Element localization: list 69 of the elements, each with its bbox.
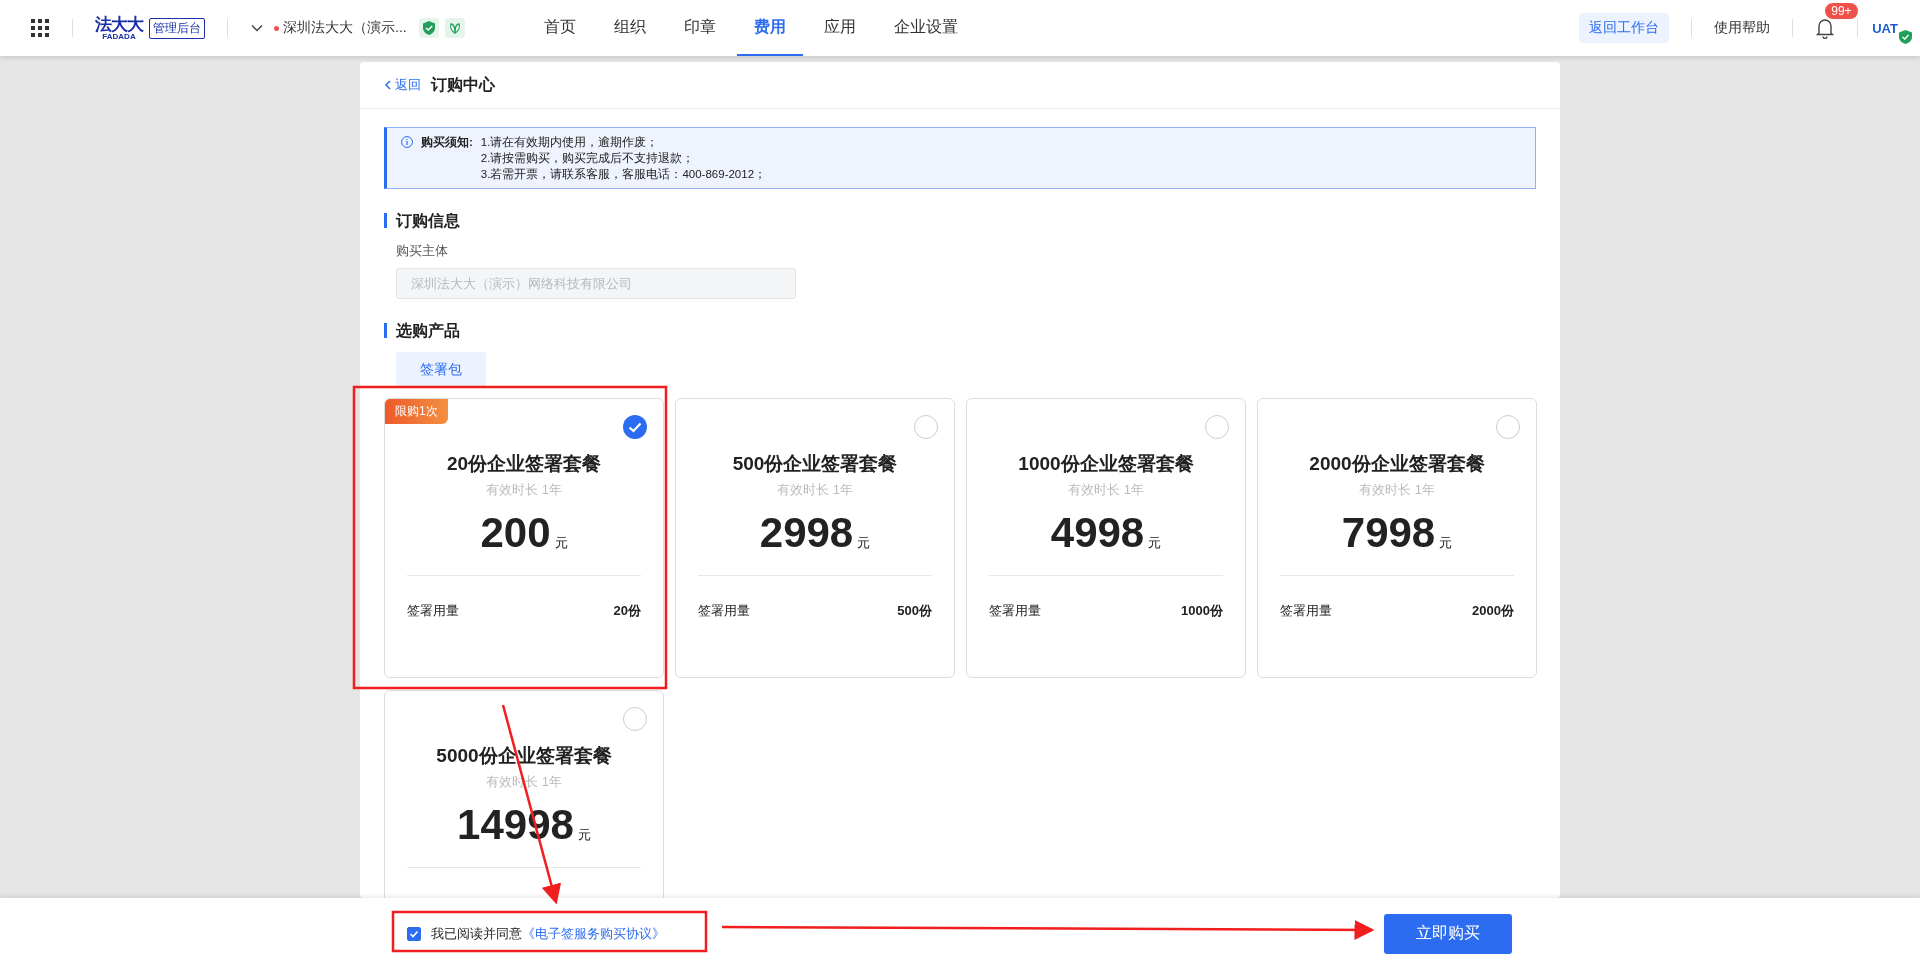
- product-card[interactable]: 1000份企业签署套餐 有效时长 1年 4998 元 签署用量 1000份: [966, 398, 1246, 678]
- notice-label: 购买须知:: [421, 135, 473, 150]
- radio-icon[interactable]: [623, 707, 647, 731]
- price-unit: 元: [554, 534, 568, 552]
- product-validity: 有效时长 1年: [777, 481, 853, 499]
- bell-icon[interactable]: [1815, 17, 1836, 39]
- radio-checked-icon[interactable]: [623, 415, 647, 439]
- nav-tab[interactable]: 费用: [736, 0, 803, 56]
- radio-icon[interactable]: [1205, 415, 1229, 439]
- product-price: 7998: [1341, 509, 1436, 557]
- notice-line: 1.请在有效期内使用，逾期作废；: [480, 135, 660, 150]
- buy-button[interactable]: 立即购买: [1384, 913, 1512, 954]
- price-unit: 元: [577, 826, 591, 844]
- back-link[interactable]: 返回: [384, 76, 421, 94]
- agree-text: 我已阅读并同意: [431, 924, 522, 943]
- product-validity: 有效时长 1年: [1359, 481, 1435, 499]
- usage-value: 20份: [613, 602, 641, 620]
- product-price: 200: [480, 509, 551, 557]
- logo-subtitle: FADADA: [102, 32, 136, 41]
- notice-line: 2.请按需购买，购买完成后不支持退款；: [480, 151, 696, 166]
- nav-tab[interactable]: 企业设置: [876, 0, 975, 56]
- usage-value: 2000份: [1472, 602, 1514, 620]
- info-icon: [401, 136, 413, 148]
- usage-label: 签署用量: [407, 602, 459, 620]
- product-card[interactable]: 限购1次 20份企业签署套餐 有效时长 1年 200 元 签署用量 20份: [384, 398, 664, 678]
- section-title: 订购信息: [384, 213, 1536, 228]
- leaf-icon: [444, 18, 465, 38]
- radio-icon[interactable]: [914, 415, 938, 439]
- product-name: 20份企业签署套餐: [446, 452, 602, 476]
- usage-label: 签署用量: [1280, 602, 1332, 620]
- product-card[interactable]: 500份企业签署套餐 有效时长 1年 2998 元 签署用量 500份: [675, 398, 955, 678]
- price-unit: 元: [1439, 534, 1453, 552]
- product-validity: 有效时长 1年: [1068, 481, 1144, 499]
- product-name: 2000份企业签署套餐: [1309, 452, 1485, 476]
- field-label: 购买主体: [396, 242, 449, 260]
- notice-line: 3.若需开票，请联系客服，客服电话：400-869-2012；: [480, 167, 767, 182]
- org-name[interactable]: 深圳法大大（演示...: [283, 19, 407, 37]
- product-name: 500份企业签署套餐: [732, 452, 898, 476]
- app-grid-icon[interactable]: [30, 18, 50, 38]
- nav-tab[interactable]: 首页: [526, 0, 593, 56]
- usage-value: 1000份: [1181, 602, 1223, 620]
- help-link[interactable]: 使用帮助: [1714, 19, 1771, 37]
- product-price: 4998: [1050, 509, 1145, 557]
- product-type-tab[interactable]: 签署包: [396, 352, 486, 388]
- agreement-link[interactable]: 《电子签服务购买协议》: [522, 924, 665, 943]
- usage-label: 签署用量: [989, 602, 1041, 620]
- chevron-left-icon[interactable]: [384, 80, 392, 90]
- usage-value: 500份: [897, 602, 932, 620]
- usage-label: 签署用量: [698, 602, 750, 620]
- shield-check-icon: [418, 18, 439, 38]
- workbench-button[interactable]: 返回工作台: [1579, 13, 1670, 43]
- admin-badge: 管理后台: [149, 17, 205, 39]
- product-card[interactable]: 2000份企业签署套餐 有效时长 1年 7998 元 签署用量 2000份: [1257, 398, 1537, 678]
- notification-count: 99+: [1825, 3, 1858, 19]
- section-title: 选购产品: [384, 323, 1536, 338]
- price-unit: 元: [857, 534, 871, 552]
- limit-tag: 限购1次: [385, 399, 448, 424]
- radio-icon[interactable]: [1496, 415, 1520, 439]
- product-price: 2998: [759, 509, 854, 557]
- nav-tab[interactable]: 应用: [806, 0, 873, 56]
- avatar[interactable]: UAT: [1872, 20, 1898, 36]
- page-title: 订购中心: [431, 74, 495, 95]
- logo-wordmark: 法大大: [95, 15, 143, 33]
- nav-tab[interactable]: 印章: [666, 0, 733, 56]
- price-unit: 元: [1148, 534, 1162, 552]
- nav-tab[interactable]: 组织: [596, 0, 663, 56]
- shield-check-icon: [1899, 29, 1912, 44]
- product-name: 1000份企业签署套餐: [1018, 452, 1194, 476]
- product-validity: 有效时长 1年: [486, 481, 562, 499]
